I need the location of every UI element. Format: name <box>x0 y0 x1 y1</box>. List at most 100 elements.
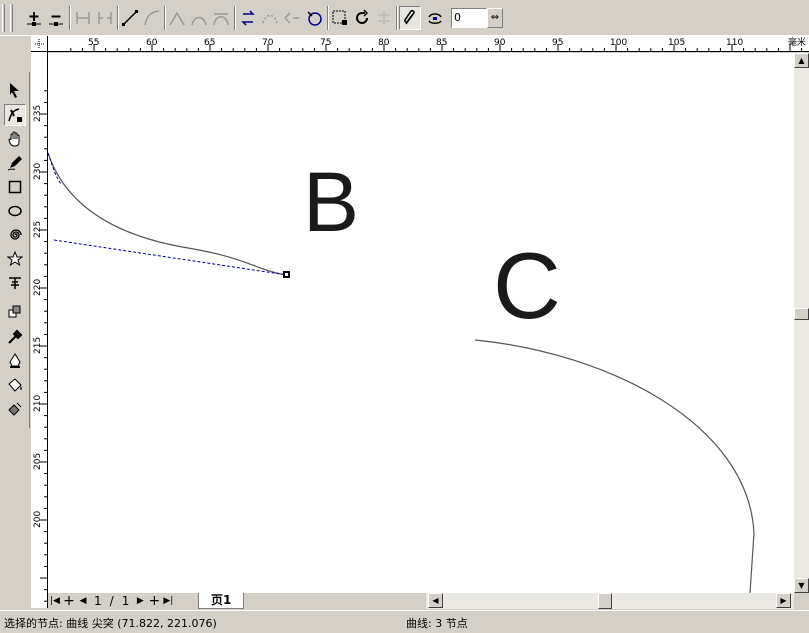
text-tool[interactable] <box>4 272 26 294</box>
toolbox <box>0 72 30 428</box>
eyedropper-icon <box>8 329 23 344</box>
eyedropper-tool[interactable] <box>4 326 26 348</box>
ruler-label: 90 <box>494 38 506 48</box>
vertical-scrollbar[interactable]: ▲ ▼ <box>794 53 809 593</box>
spiral-tool[interactable] <box>4 224 26 246</box>
first-page-button[interactable]: |◀ <box>48 594 62 608</box>
label-b: B <box>303 155 359 249</box>
bucket-icon <box>8 378 22 392</box>
interactive-fill-icon <box>8 402 22 416</box>
toolbar-grip[interactable] <box>10 4 13 32</box>
page-navigator: |◀ + ◀ 1 / 1 ▶ + ▶| <box>48 593 198 609</box>
scroll-up-button[interactable]: ▲ <box>794 53 809 68</box>
ruler-label: 235 <box>33 105 43 122</box>
scroll-thumb[interactable] <box>794 308 809 320</box>
break-curve-button[interactable] <box>94 6 116 30</box>
stretch-scale-button[interactable] <box>329 6 351 30</box>
symmetrical-icon <box>213 13 229 26</box>
add-node-button[interactable] <box>23 6 45 30</box>
elastic-mode-button[interactable] <box>399 6 421 30</box>
label-c: C <box>493 233 561 338</box>
last-page-button[interactable]: ▶| <box>161 594 175 608</box>
cusp-icon <box>169 11 185 26</box>
spin-icon[interactable]: ⇔ <box>487 8 503 28</box>
ruler-label: 220 <box>33 279 43 296</box>
extend-icon <box>262 14 278 24</box>
scroll-left-button[interactable]: ◀ <box>428 593 443 608</box>
horizontal-ruler[interactable]: 55 60 65 70 75 80 85 90 95 100 105 110 毫米 <box>48 36 809 52</box>
to-line-icon <box>122 10 138 26</box>
ruler-label: 60 <box>146 38 158 48</box>
toolbar-grip[interactable] <box>2 4 5 32</box>
ruler-label: 230 <box>33 163 43 180</box>
pan-tool[interactable] <box>4 128 26 150</box>
ruler-origin[interactable] <box>31 36 48 52</box>
delete-node-button[interactable] <box>45 6 67 30</box>
extend-curve-button[interactable] <box>259 6 281 30</box>
ruler-unit: 毫米 <box>788 36 806 48</box>
prev-page-button[interactable]: ◀ <box>76 594 90 608</box>
smooth-node-button[interactable] <box>188 6 210 30</box>
scroll-down-button[interactable]: ▼ <box>794 578 809 593</box>
pick-tool[interactable] <box>4 79 26 101</box>
vertical-ruler[interactable]: 235 230 225 220 215 210 205 200 <box>31 52 48 608</box>
curve-c <box>474 339 755 593</box>
interactive-fill-tool[interactable] <box>4 398 26 420</box>
to-line-button[interactable] <box>119 6 141 30</box>
rectangle-icon <box>8 180 22 194</box>
scroll-thumb[interactable] <box>598 593 612 609</box>
extract-subpath-button[interactable] <box>281 6 303 30</box>
insert-page-before-button[interactable]: + <box>62 593 76 609</box>
ruler-label: 100 <box>610 38 627 48</box>
ruler-label: 205 <box>33 453 43 470</box>
to-curve-icon <box>144 10 160 26</box>
curve-smoothness-input[interactable]: 0 <box>451 8 487 28</box>
outline-tool[interactable] <box>4 350 26 372</box>
interactive-icon <box>8 305 21 318</box>
next-page-button[interactable]: ▶ <box>133 594 147 608</box>
elastic-icon <box>404 9 415 25</box>
freehand-tool[interactable] <box>4 152 26 174</box>
drawing-canvas[interactable]: B C <box>48 53 794 593</box>
ruler-label: 215 <box>33 337 43 354</box>
fill-tool[interactable] <box>4 374 26 396</box>
ruler-label: 65 <box>204 38 215 48</box>
auto-close-button[interactable] <box>303 6 325 30</box>
join-nodes-button[interactable] <box>72 6 94 30</box>
page-total: 1 <box>121 594 130 608</box>
reverse-direction-button[interactable] <box>237 6 259 30</box>
text-icon <box>9 277 21 289</box>
status-bar: 选择的节点: 曲线 尖突 (71.822, 221.076) 曲线: 3 节点 <box>0 610 809 633</box>
cusp-node-button[interactable] <box>166 6 188 30</box>
rotate-skew-button[interactable] <box>351 6 373 30</box>
page-tab[interactable]: 页1 <box>198 593 245 609</box>
shape-tool[interactable] <box>4 104 26 126</box>
ellipse-tool[interactable] <box>4 200 26 222</box>
scroll-right-button[interactable]: ▶ <box>776 593 791 608</box>
rectangle-tool[interactable] <box>4 176 26 198</box>
pen-nib-icon <box>9 353 21 368</box>
ruler-label: 225 <box>33 221 43 238</box>
star-tool[interactable] <box>4 248 26 270</box>
page-separator: / <box>109 594 114 608</box>
page-current: 1 <box>94 594 102 608</box>
join-nodes-icon <box>76 12 90 24</box>
to-curve-button[interactable] <box>141 6 163 30</box>
ruler-label: 75 <box>320 38 331 48</box>
delete-node-icon <box>49 15 63 26</box>
horizontal-scrollbar[interactable]: ◀ ▶ <box>426 593 794 609</box>
interactive-tool[interactable] <box>4 300 26 322</box>
ruler-label: 80 <box>378 38 390 48</box>
ruler-label: 95 <box>552 38 563 48</box>
symmetrical-node-button[interactable] <box>210 6 232 30</box>
auto-close-icon <box>307 11 322 26</box>
ellipse-icon <box>8 205 22 217</box>
ruler-label: 110 <box>726 38 743 48</box>
ruler-label: 200 <box>33 511 43 528</box>
ruler-label: 55 <box>88 38 99 48</box>
insert-page-after-button[interactable]: + <box>147 593 161 609</box>
align-nodes-button[interactable] <box>373 6 395 30</box>
select-all-nodes-button[interactable] <box>424 6 446 30</box>
pencil-icon <box>7 156 22 171</box>
add-node-icon <box>27 12 41 26</box>
